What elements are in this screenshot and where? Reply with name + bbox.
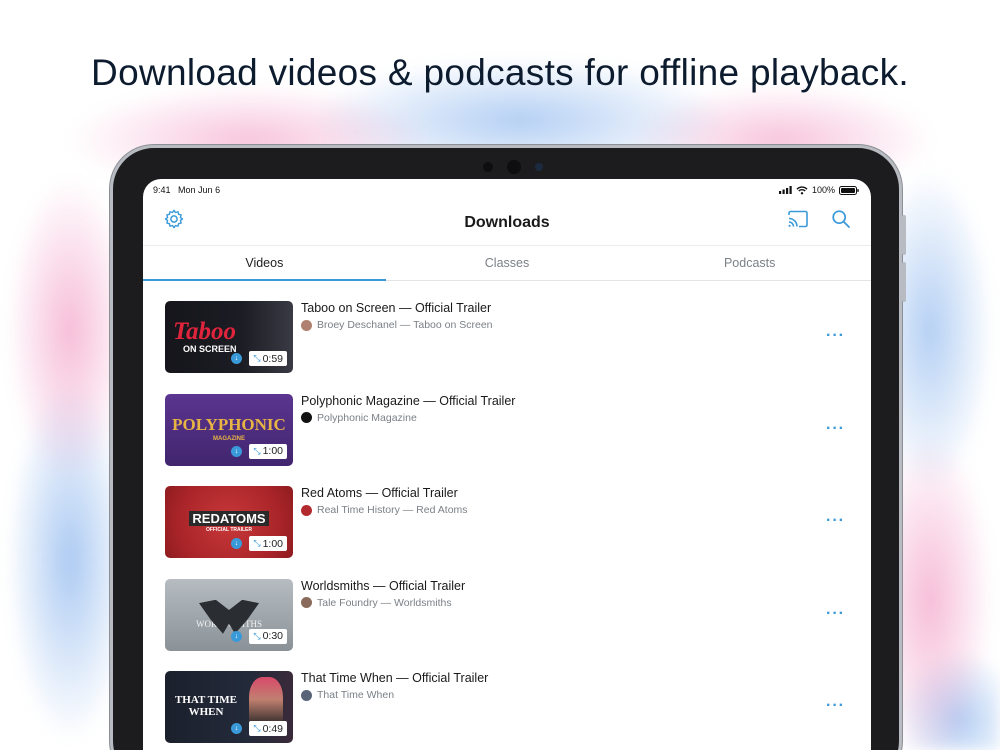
camera-bar bbox=[483, 160, 543, 174]
list-item[interactable]: Taboo ON SCREEN ↓ ⤡ 0:59 Taboo on Screen … bbox=[143, 301, 871, 394]
item-meta: That Time When — Official Trailer That T… bbox=[301, 671, 488, 701]
item-creator: Tale Foundry — Worldsmiths bbox=[317, 596, 452, 609]
page-title: Downloads bbox=[464, 214, 550, 231]
avatar bbox=[301, 597, 312, 608]
duration-badge: ⤡ 0:30 bbox=[249, 628, 287, 644]
side-button bbox=[902, 262, 906, 302]
thumbnail-subtitle: ON SCREEN bbox=[183, 344, 237, 355]
gear-icon[interactable] bbox=[163, 208, 185, 230]
tab-podcasts[interactable]: Podcasts bbox=[628, 246, 871, 280]
wifi-icon bbox=[796, 185, 808, 194]
duration-badge: ⤡ 0:49 bbox=[249, 721, 287, 736]
thumbnail-title: Taboo bbox=[173, 318, 236, 346]
item-creator: Broey Deschanel — Taboo on Screen bbox=[317, 319, 493, 331]
duration-text: 0:59 bbox=[262, 352, 283, 365]
downloaded-icon: ↓ bbox=[231, 353, 242, 364]
battery-percent: 100% bbox=[811, 185, 835, 195]
signal-icon bbox=[778, 186, 792, 194]
item-title[interactable]: Red Atoms — Official Trailer bbox=[301, 486, 468, 500]
video-thumbnail[interactable]: REDATOMS OFFICIAL TRAILER ↓ ⤡ 1:00 bbox=[165, 486, 293, 558]
tab-bar: Videos Classes Podcasts bbox=[143, 245, 871, 281]
item-meta: Polyphonic Magazine — Official Trailer P… bbox=[301, 394, 515, 424]
app-screen: 9:41 Mon Jun 6 100% Downloads Videos Cla… bbox=[143, 179, 871, 750]
list-item[interactable]: REDATOMS OFFICIAL TRAILER ↓ ⤡ 1:00 Red At… bbox=[143, 486, 871, 579]
expand-icon: ⤡ bbox=[253, 353, 261, 363]
status-bar: 9:41 Mon Jun 6 100% bbox=[143, 179, 871, 201]
duration-text: 0:49 bbox=[262, 722, 283, 735]
downloaded-icon: ↓ bbox=[231, 723, 242, 734]
duration-badge: ⤡ 1:00 bbox=[249, 536, 287, 551]
status-time: 9:41 bbox=[153, 185, 171, 195]
more-options-button[interactable]: ··· bbox=[826, 420, 845, 438]
duration-text: 0:30 bbox=[262, 630, 283, 642]
video-thumbnail[interactable]: Taboo ON SCREEN ↓ ⤡ 0:59 bbox=[165, 301, 293, 373]
more-options-button[interactable]: ··· bbox=[826, 327, 845, 345]
expand-icon: ⤡ bbox=[253, 630, 261, 641]
side-button bbox=[902, 215, 906, 255]
item-creator: Real Time History — Red Atoms bbox=[317, 504, 468, 516]
list-item[interactable]: THAT TIME WHEN ↓ ⤡ 0:49 That Time When — … bbox=[143, 671, 871, 750]
thumbnail-title: REDATOMS bbox=[189, 510, 269, 527]
thumbnail-subtitle: MAGAZINE bbox=[213, 436, 245, 443]
item-title[interactable]: That Time When — Official Trailer bbox=[301, 671, 488, 685]
downloaded-icon: ↓ bbox=[231, 538, 242, 549]
video-thumbnail[interactable]: WORLDSMITHS ↓ ⤡ 0:30 bbox=[165, 578, 293, 651]
downloaded-icon: ↓ bbox=[231, 445, 242, 457]
item-creator: Polyphonic Magazine bbox=[317, 411, 417, 424]
more-options-button[interactable]: ··· bbox=[826, 605, 845, 623]
expand-icon: ⤡ bbox=[253, 445, 261, 456]
thumbnail-subtitle: OFFICIAL TRAILER bbox=[205, 527, 252, 534]
ipad-frame: 9:41 Mon Jun 6 100% Downloads Videos Cla… bbox=[110, 145, 902, 750]
downloads-list: Taboo ON SCREEN ↓ ⤡ 0:59 Taboo on Screen … bbox=[143, 281, 871, 750]
item-meta: Red Atoms — Official Trailer Real Time H… bbox=[301, 486, 468, 516]
avatar bbox=[301, 412, 312, 423]
thumbnail-title: THAT TIME WHEN bbox=[174, 694, 238, 718]
thumbnail-title: POLYPHONIC bbox=[172, 415, 286, 435]
duration-badge: ⤡ 0:59 bbox=[249, 351, 287, 366]
search-icon[interactable] bbox=[831, 209, 851, 229]
avatar bbox=[301, 689, 312, 701]
expand-icon: ⤡ bbox=[253, 538, 261, 548]
downloaded-icon: ↓ bbox=[231, 630, 242, 642]
status-date: Mon Jun 6 bbox=[178, 185, 221, 195]
item-title[interactable]: Worldsmiths — Official Trailer bbox=[301, 579, 465, 593]
item-creator: That Time When bbox=[317, 689, 395, 701]
item-title[interactable]: Polyphonic Magazine — Official Trailer bbox=[301, 394, 515, 408]
tab-videos[interactable]: Videos bbox=[143, 246, 386, 281]
item-meta: Taboo on Screen — Official Trailer Broey… bbox=[301, 301, 493, 331]
duration-badge: ⤡ 1:00 bbox=[249, 443, 287, 459]
list-item[interactable]: POLYPHONIC MAGAZINE ↓ ⤡ 1:00 Polyphonic M… bbox=[143, 393, 871, 487]
item-meta: Worldsmiths — Official Trailer Tale Foun… bbox=[301, 579, 465, 609]
avatar bbox=[301, 319, 312, 331]
item-title[interactable]: Taboo on Screen — Official Trailer bbox=[301, 301, 493, 315]
video-thumbnail[interactable]: THAT TIME WHEN ↓ ⤡ 0:49 bbox=[165, 671, 293, 743]
duration-text: 1:00 bbox=[262, 537, 283, 550]
avatar bbox=[301, 504, 312, 516]
more-options-button[interactable]: ··· bbox=[826, 512, 845, 530]
navigation-bar: Downloads bbox=[143, 201, 871, 245]
video-thumbnail[interactable]: POLYPHONIC MAGAZINE ↓ ⤡ 1:00 bbox=[165, 393, 293, 466]
list-item[interactable]: WORLDSMITHS ↓ ⤡ 0:30 Worldsmiths — Offici… bbox=[143, 578, 871, 672]
expand-icon: ⤡ bbox=[253, 723, 261, 733]
more-options-button[interactable]: ··· bbox=[826, 697, 845, 715]
host-portrait bbox=[249, 677, 283, 727]
headline: Download videos & podcasts for offline p… bbox=[91, 52, 909, 93]
duration-text: 1:00 bbox=[262, 445, 283, 457]
battery-icon bbox=[839, 185, 859, 195]
tab-classes[interactable]: Classes bbox=[386, 246, 629, 280]
cast-icon[interactable] bbox=[787, 210, 809, 228]
